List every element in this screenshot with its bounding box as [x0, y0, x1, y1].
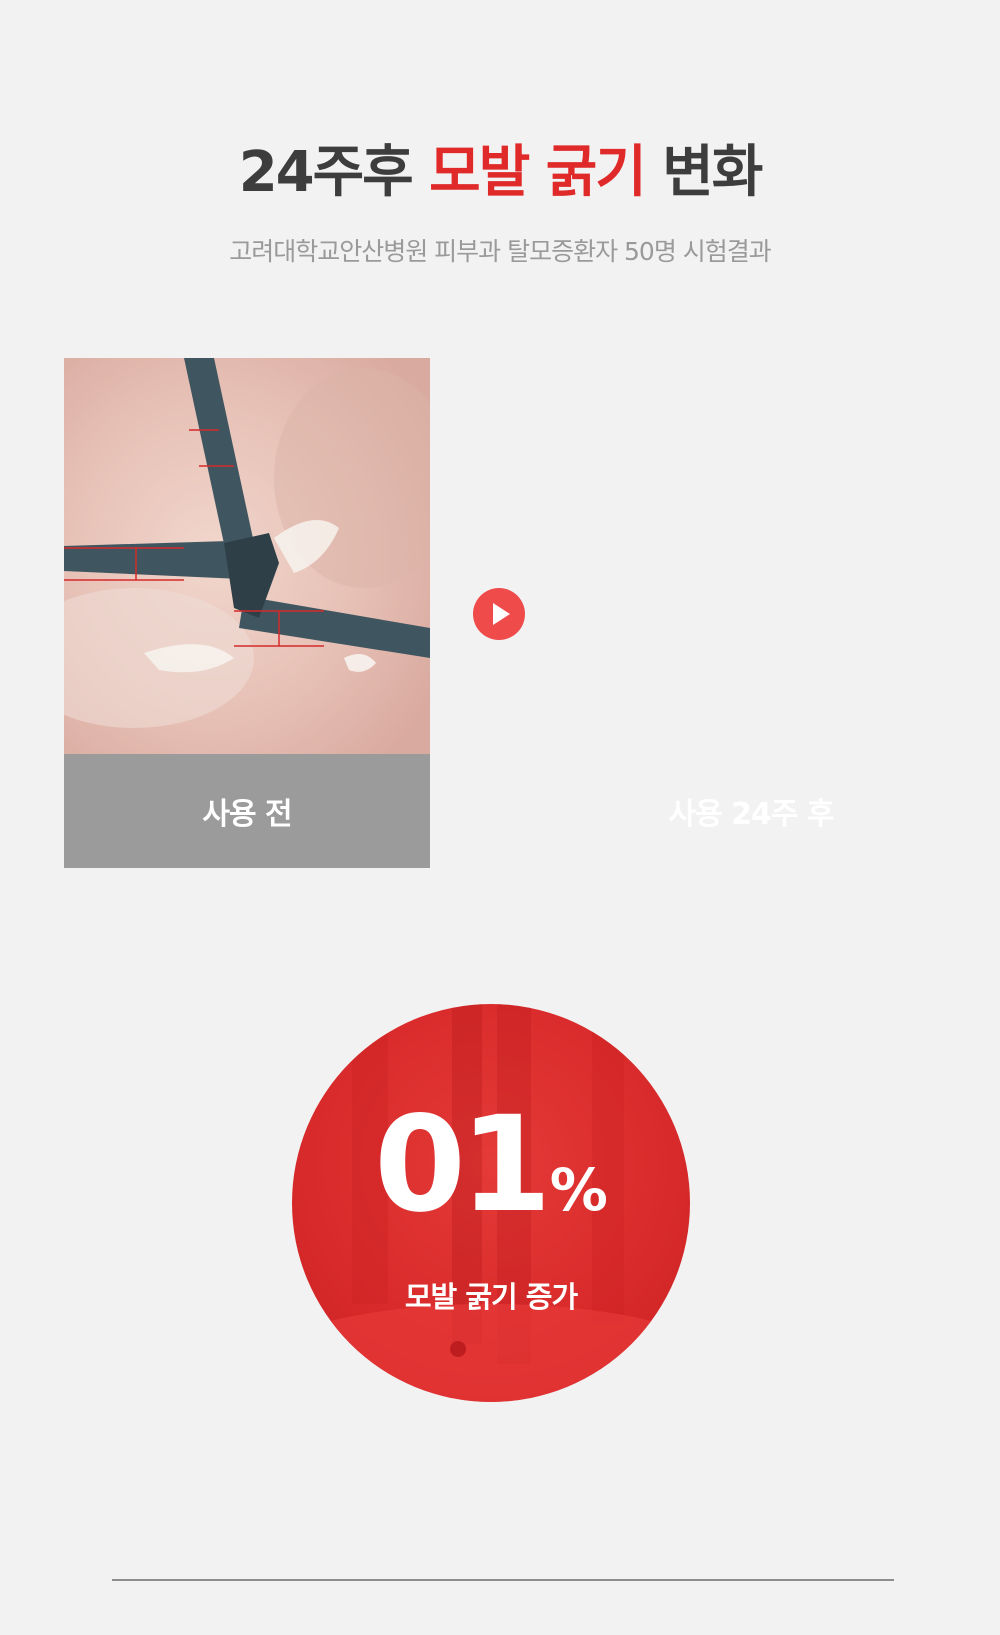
- title-prefix: 24주후: [238, 140, 414, 205]
- before-card: 사용 전: [64, 358, 430, 868]
- before-hair-photo: [64, 358, 430, 754]
- title-highlight: 모발 굵기: [429, 140, 647, 205]
- after-label: 사용 24주 후: [668, 797, 834, 832]
- before-after-comparison: 사용 전 사용 24주 후: [64, 358, 934, 868]
- result-unit: %: [549, 1156, 608, 1224]
- page-title: 24주후 모발 굵기 변화: [0, 138, 1000, 208]
- result-number: 01: [374, 1088, 552, 1242]
- title-suffix: 변화: [662, 140, 763, 205]
- result-circle: 01% 모발 굵기 증가: [292, 1004, 690, 1402]
- before-label: 사용 전: [64, 754, 430, 868]
- after-card: 사용 24주 후: [568, 358, 934, 868]
- result-value: 01%: [292, 1099, 690, 1231]
- play-button[interactable]: [473, 588, 525, 640]
- result-caption: 모발 굵기 증가: [404, 1280, 578, 1314]
- play-icon: [493, 603, 510, 625]
- bottom-divider: [112, 1579, 894, 1581]
- page-subtitle: 고려대학교안산병원 피부과 탈모증환자 50명 시험결과: [229, 237, 772, 266]
